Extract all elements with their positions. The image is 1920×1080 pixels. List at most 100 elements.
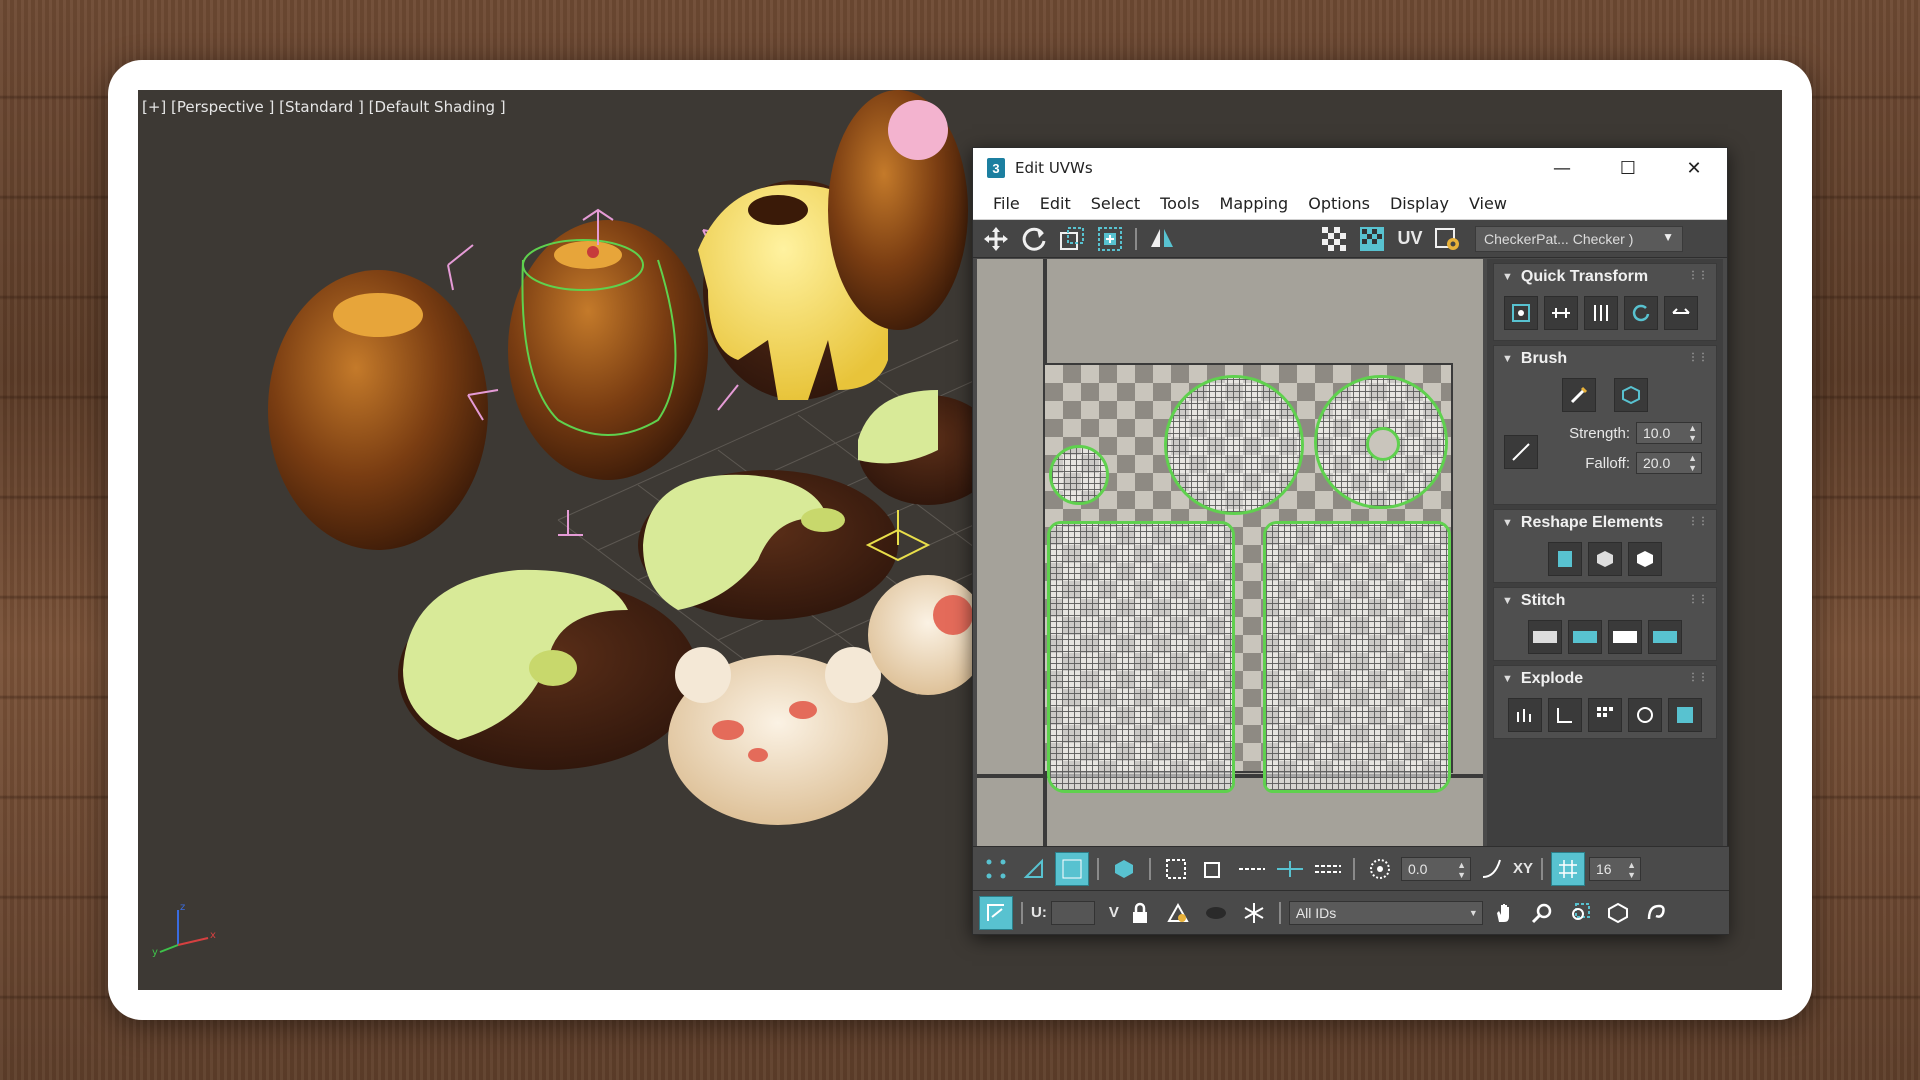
zoom-extents-icon[interactable] bbox=[1601, 896, 1635, 930]
detach-icon[interactable] bbox=[1628, 698, 1662, 732]
zoom-region-icon[interactable] bbox=[1563, 896, 1597, 930]
brush-header[interactable]: ▼ Brush ⋮⋮ bbox=[1494, 346, 1716, 372]
grow-selection-icon[interactable] bbox=[1197, 852, 1231, 886]
element-mode-icon[interactable] bbox=[1107, 852, 1141, 886]
settings-icon[interactable] bbox=[1431, 222, 1465, 256]
relax-brush-icon[interactable] bbox=[1614, 378, 1648, 412]
pan-icon[interactable] bbox=[1487, 896, 1521, 930]
window-title: Edit UVWs bbox=[1015, 159, 1093, 177]
toolbar-separator bbox=[1541, 857, 1544, 880]
shrink-loop-icon[interactable] bbox=[1311, 852, 1345, 886]
uv-shell-side-left[interactable] bbox=[1047, 521, 1235, 793]
uv-shell-side-right[interactable] bbox=[1263, 521, 1451, 793]
menu-view[interactable]: View bbox=[1459, 194, 1517, 213]
stitch-average-icon[interactable] bbox=[1608, 620, 1642, 654]
pivot-icon[interactable] bbox=[1504, 296, 1538, 330]
break-icon[interactable] bbox=[1548, 698, 1582, 732]
freeze-icon[interactable] bbox=[1237, 896, 1271, 930]
menu-file[interactable]: File bbox=[983, 194, 1030, 213]
grid-snap-icon[interactable] bbox=[1551, 851, 1586, 886]
falloff-spinner[interactable]: 20.0 ▲ ▼ bbox=[1636, 452, 1702, 474]
relax-icon[interactable] bbox=[1588, 542, 1622, 576]
reshape-elements-header[interactable]: ▼ Reshape Elements ⋮⋮ bbox=[1494, 510, 1716, 536]
hide-icon[interactable] bbox=[1199, 896, 1233, 930]
menu-select[interactable]: Select bbox=[1081, 194, 1150, 213]
chevron-down-icon: ▼ bbox=[1468, 907, 1478, 918]
select-by-element-icon[interactable] bbox=[1159, 852, 1193, 886]
absolute-mode-icon[interactable] bbox=[979, 895, 1013, 930]
explode-header[interactable]: ▼ Explode ⋮⋮ bbox=[1494, 666, 1716, 692]
lock-icon[interactable] bbox=[1123, 896, 1157, 930]
close-button[interactable]: ✕ bbox=[1661, 148, 1727, 188]
weld-icon[interactable] bbox=[1588, 698, 1622, 732]
stitch-custom-icon[interactable] bbox=[1528, 620, 1562, 654]
menu-edit[interactable]: Edit bbox=[1030, 194, 1081, 213]
freeform-icon[interactable] bbox=[1093, 222, 1127, 256]
material-ids-dropdown[interactable]: All IDs ▼ bbox=[1288, 900, 1483, 925]
mirror-icon[interactable] bbox=[1145, 222, 1179, 256]
u-field[interactable] bbox=[1050, 900, 1095, 925]
straighten-icon[interactable] bbox=[1548, 542, 1582, 576]
rotate-ccw-icon[interactable] bbox=[1624, 296, 1658, 330]
menu-tools[interactable]: Tools bbox=[1150, 194, 1209, 213]
vertex-mode-icon[interactable] bbox=[979, 852, 1013, 886]
stitch-to-source-icon[interactable] bbox=[1568, 620, 1602, 654]
maximize-button[interactable]: ☐ bbox=[1595, 148, 1661, 188]
bottom-toolbar-1: 0.0 ▲ ▼ XY 16 ▲ ▼ bbox=[973, 846, 1729, 890]
uv-editor-canvas[interactable] bbox=[977, 259, 1483, 846]
quick-transform-header[interactable]: ▼ Quick Transform ⋮⋮ bbox=[1494, 264, 1716, 290]
ring-icon[interactable] bbox=[1273, 852, 1307, 886]
edge-mode-icon[interactable] bbox=[1017, 852, 1051, 886]
flatten-icon[interactable] bbox=[1508, 698, 1542, 732]
u-label: U: bbox=[1031, 904, 1047, 921]
menu-bar: File Edit Select Tools Mapping Options D… bbox=[973, 188, 1727, 220]
falloff-curve-icon[interactable] bbox=[1504, 435, 1538, 469]
relax-until-flat-icon[interactable] bbox=[1628, 542, 1662, 576]
rotate-angle-value: 0.0 bbox=[1408, 860, 1428, 877]
uv-toggle[interactable]: UV bbox=[1393, 228, 1427, 249]
window-titlebar[interactable]: 3 Edit UVWs — ☐ ✕ bbox=[973, 148, 1727, 188]
loop-icon[interactable] bbox=[1235, 852, 1269, 886]
stitch-rollout: ▼ Stitch ⋮⋮ bbox=[1493, 587, 1717, 661]
quick-transform-rollout: ▼ Quick Transform ⋮⋮ bbox=[1493, 263, 1717, 341]
stitch-title: Stitch bbox=[1520, 592, 1566, 609]
xy-toggle[interactable]: XY bbox=[1513, 860, 1533, 877]
stitch-to-target-icon[interactable] bbox=[1648, 620, 1682, 654]
explode-title: Explode bbox=[1520, 670, 1584, 687]
uv-shell-circle[interactable] bbox=[1164, 375, 1304, 515]
scale-icon[interactable] bbox=[1055, 222, 1089, 256]
stitch-header[interactable]: ▼ Stitch ⋮⋮ bbox=[1494, 588, 1716, 614]
strength-spinner[interactable]: 10.0 ▲ ▼ bbox=[1636, 422, 1702, 444]
rotate-angle-field[interactable]: 0.0 ▲ ▼ bbox=[1401, 856, 1471, 881]
svg-text:x: x bbox=[210, 930, 216, 941]
toolbar-separator bbox=[1149, 857, 1151, 880]
menu-mapping[interactable]: Mapping bbox=[1210, 194, 1299, 213]
space-icon[interactable] bbox=[1664, 296, 1698, 330]
edit-uvws-window[interactable]: 3 Edit UVWs — ☐ ✕ File Edit Select Tools… bbox=[972, 147, 1729, 935]
zoom-icon[interactable] bbox=[1525, 896, 1559, 930]
minimize-button[interactable]: — bbox=[1529, 148, 1595, 188]
checker-map-icon[interactable] bbox=[1355, 222, 1389, 256]
paint-move-icon[interactable] bbox=[1562, 378, 1596, 412]
falloff-curve-icon[interactable] bbox=[1475, 852, 1509, 886]
falloff-label: Falloff: bbox=[1585, 454, 1630, 472]
uv-shell-small-circle[interactable] bbox=[1049, 445, 1109, 505]
fit-icon[interactable] bbox=[1639, 896, 1673, 930]
move-icon[interactable] bbox=[979, 222, 1013, 256]
menu-display[interactable]: Display bbox=[1380, 194, 1459, 213]
toolbar-separator bbox=[1353, 857, 1355, 880]
align-horizontal-icon[interactable] bbox=[1544, 296, 1578, 330]
grid-size-field[interactable]: 16 ▲ ▼ bbox=[1589, 856, 1642, 881]
checker-icon[interactable] bbox=[1317, 222, 1351, 256]
face-mode-icon[interactable] bbox=[1055, 851, 1089, 886]
rotate-icon[interactable] bbox=[1017, 222, 1051, 256]
menu-options[interactable]: Options bbox=[1298, 194, 1380, 213]
distribute-icon[interactable] bbox=[1584, 296, 1618, 330]
uv-shell-ring[interactable] bbox=[1314, 375, 1448, 509]
app-icon: 3 bbox=[987, 158, 1005, 178]
falloff-value: 20.0 bbox=[1643, 455, 1671, 471]
soft-selection-icon[interactable] bbox=[1363, 852, 1397, 886]
layout-icon[interactable] bbox=[1668, 698, 1702, 732]
checker-pattern-dropdown[interactable]: CheckerPat... Checker ) ▼ bbox=[1475, 225, 1683, 252]
show-hide-icon[interactable] bbox=[1161, 896, 1195, 930]
